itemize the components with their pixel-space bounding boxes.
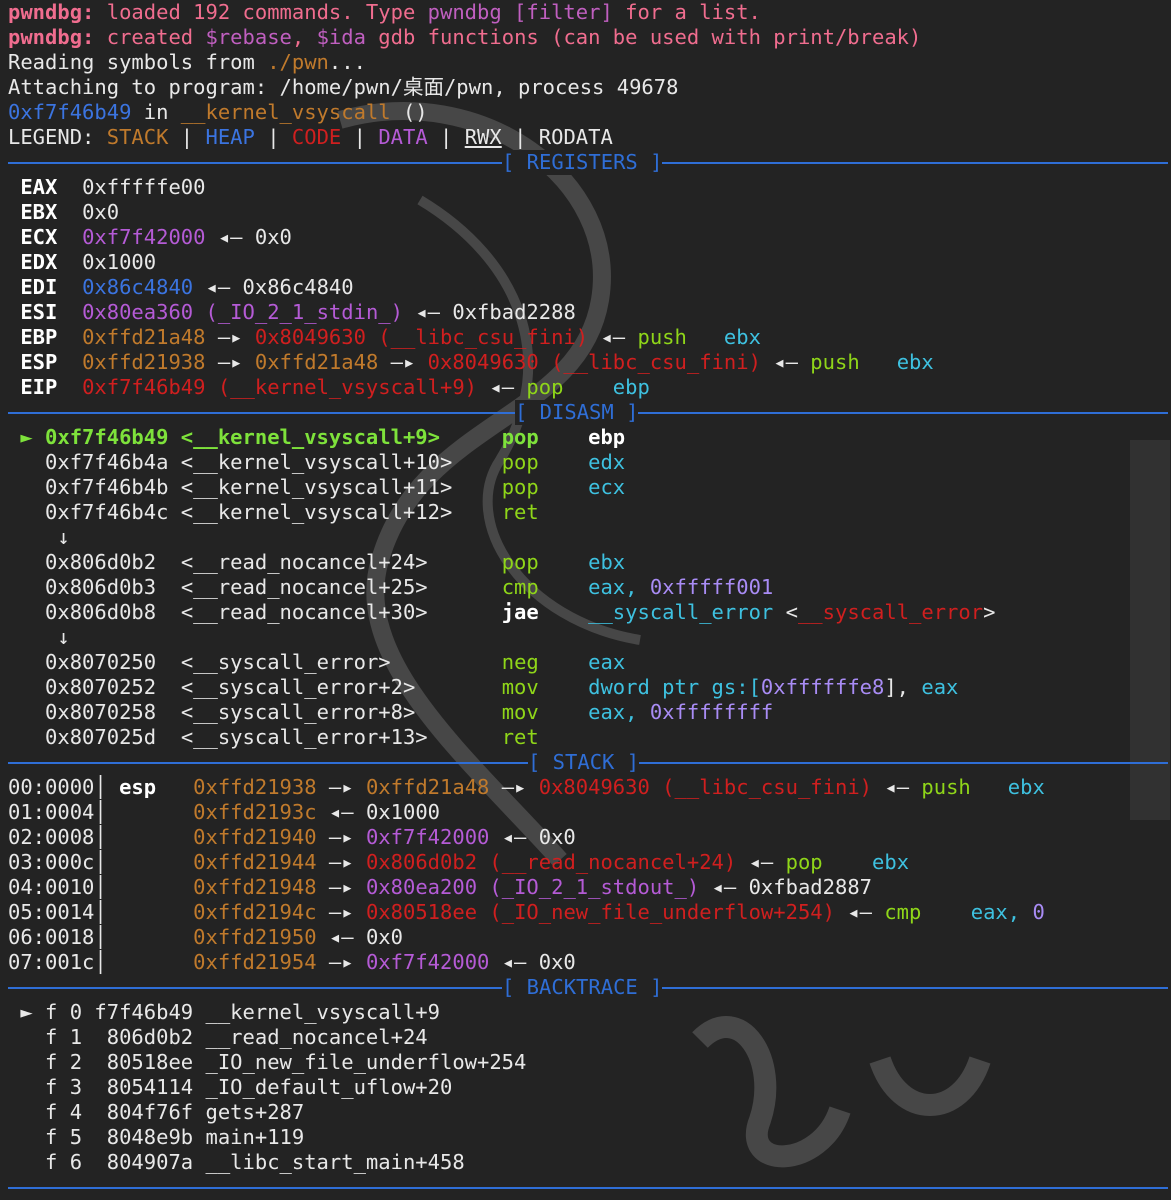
backtrace-frame[interactable]: f 6 804907a __libc_start_main+458 bbox=[8, 1150, 1168, 1175]
register-ebx: EBX 0x0 bbox=[20, 200, 120, 224]
stack-row[interactable]: 03:000c│ 0xffd21944 —▸ 0x806d0b2 (__read… bbox=[8, 850, 1168, 875]
backtrace-frame-current[interactable]: ► f 0 f7f46b49 __kernel_vsyscall+9 bbox=[8, 1000, 1168, 1025]
header-line-3: Reading symbols from ./pwn... bbox=[8, 50, 366, 74]
stack-row[interactable]: 00:0000│ esp 0xffd21938 —▸ 0xffd21a48 —▸… bbox=[8, 775, 1168, 800]
stack-row[interactable]: 04:0010│ 0xffd21948 —▸ 0x80ea200 (_IO_2_… bbox=[8, 875, 1168, 900]
stack-row[interactable]: 06:0018│ 0xffd21950 ◂— 0x0 bbox=[8, 925, 1168, 950]
register-ecx: ECX 0xf7f42000 ◂— 0x0 bbox=[20, 225, 292, 249]
stack-row[interactable]: 01:0004│ 0xffd2193c ◂— 0x1000 bbox=[8, 800, 1168, 825]
disasm-separator: [ DISASM ] bbox=[8, 400, 1168, 425]
jump-arrow-icon: ↓ bbox=[57, 625, 70, 649]
header-line-1: pwndbg: loaded 192 commands. Type pwndbg… bbox=[8, 0, 761, 24]
disasm-row[interactable]: 0xf7f46b4b <__kernel_vsyscall+11> pop ec… bbox=[8, 475, 1168, 500]
backtrace-frame[interactable]: f 5 8048e9b main+119 bbox=[8, 1125, 1168, 1150]
register-esp: ESP 0xffd21938 —▸ 0xffd21a48 —▸ 0x804963… bbox=[20, 350, 934, 374]
disasm-row[interactable]: 0x8070258 <__syscall_error+8> mov eax, 0… bbox=[8, 700, 1168, 725]
terminal[interactable]: pwndbg: loaded 192 commands. Type pwndbg… bbox=[8, 0, 1168, 1200]
disasm-row[interactable]: 0x8070250 <__syscall_error> neg eax bbox=[8, 650, 1168, 675]
backtrace-frame[interactable]: f 1 806d0b2 __read_nocancel+24 bbox=[8, 1025, 1168, 1050]
stack-row[interactable]: 05:0014│ 0xffd2194c —▸ 0x80518ee (_IO_ne… bbox=[8, 900, 1168, 925]
header-line-2: pwndbg: created $rebase, $ida gdb functi… bbox=[8, 25, 922, 49]
legend: LEGEND: STACK | HEAP | CODE | DATA | RWX… bbox=[8, 125, 613, 149]
backtrace-frame[interactable]: f 2 80518ee _IO_new_file_underflow+254 bbox=[8, 1050, 1168, 1075]
stack-row[interactable]: 02:0008│ 0xffd21940 —▸ 0xf7f42000 ◂— 0x0 bbox=[8, 825, 1168, 850]
stack-separator: [ STACK ] bbox=[8, 750, 1168, 775]
disasm-row-current[interactable]: ► 0xf7f46b49 <__kernel_vsyscall+9> pop e… bbox=[8, 425, 1168, 450]
disasm-row[interactable]: 0x806d0b8 <__read_nocancel+30> jae __sys… bbox=[8, 600, 1168, 625]
register-esi: ESI 0x80ea360 (_IO_2_1_stdin_) ◂— 0xfbad… bbox=[20, 300, 576, 324]
header-line-5: 0xf7f46b49 in __kernel_vsyscall () bbox=[8, 100, 428, 124]
register-edx: EDX 0x1000 bbox=[20, 250, 157, 274]
stack-row[interactable]: 07:001c│ 0xffd21954 —▸ 0xf7f42000 ◂— 0x0 bbox=[8, 950, 1168, 975]
jump-arrow-icon: ↓ bbox=[57, 525, 70, 549]
backtrace-frame[interactable]: f 3 8054114 _IO_default_uflow+20 bbox=[8, 1075, 1168, 1100]
disasm-row[interactable]: 0x806d0b2 <__read_nocancel+24> pop ebx bbox=[8, 550, 1168, 575]
header-line-4: Attaching to program: /home/pwn/桌面/pwn, … bbox=[8, 75, 679, 99]
register-eip: EIP 0xf7f46b49 (__kernel_vsyscall+9) ◂— … bbox=[20, 375, 650, 399]
disasm-row[interactable]: 0xf7f46b4c <__kernel_vsyscall+12> ret bbox=[8, 500, 1168, 525]
disasm-row[interactable]: 0x807025d <__syscall_error+13> ret bbox=[8, 725, 1168, 750]
disasm-row[interactable]: 0xf7f46b4a <__kernel_vsyscall+10> pop ed… bbox=[8, 450, 1168, 475]
disasm-row[interactable]: 0x8070252 <__syscall_error+2> mov dword … bbox=[8, 675, 1168, 700]
bottom-separator bbox=[8, 1175, 1168, 1200]
backtrace-frame[interactable]: f 4 804f76f gets+287 bbox=[8, 1100, 1168, 1125]
disasm-row[interactable]: 0x806d0b3 <__read_nocancel+25> cmp eax, … bbox=[8, 575, 1168, 600]
register-ebp: EBP 0xffd21a48 —▸ 0x8049630 (__libc_csu_… bbox=[20, 325, 761, 349]
register-edi: EDI 0x86c4840 ◂— 0x86c4840 bbox=[20, 275, 354, 299]
registers-separator: [ REGISTERS ] bbox=[8, 150, 1168, 175]
register-eax: EAX 0xfffffe00 bbox=[20, 175, 206, 199]
backtrace-separator: [ BACKTRACE ] bbox=[8, 975, 1168, 1000]
